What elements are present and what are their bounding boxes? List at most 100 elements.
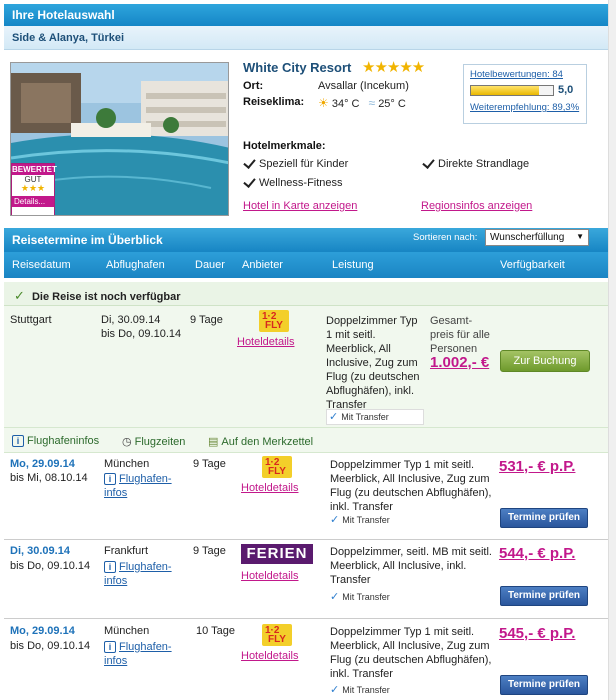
- book-button[interactable]: Zur Buchung: [500, 350, 590, 372]
- availability-notice: ✓ Die Reise ist noch verfügbar: [4, 282, 608, 306]
- rating-bar: [470, 85, 554, 96]
- recommendation-link[interactable]: Weiterempfehlung: 89,3%: [470, 102, 580, 113]
- offer-date-from: Di, 30.09.14: [10, 545, 70, 557]
- scrollbar[interactable]: [608, 0, 616, 700]
- hotel-photo[interactable]: BEWERTET GUT ★★★ Details...: [10, 62, 229, 216]
- transfer-badge: ✓ Mit Transfer: [330, 683, 390, 696]
- info-icon: i: [104, 473, 116, 485]
- column-service: Leistung: [332, 259, 374, 271]
- location-label: Ort:: [243, 80, 264, 92]
- airport-info-label: Flughafeninfos: [27, 435, 100, 447]
- water-icon: ≈: [368, 96, 376, 110]
- rating-box: Hotelbewertungen: 84 5,0 Weiterempfehlun…: [463, 64, 587, 124]
- offer-duration: 10 Tage: [196, 625, 235, 637]
- climate-label: Reiseklima:: [243, 96, 305, 108]
- chevron-down-icon: ▼: [576, 232, 584, 241]
- reviews-link[interactable]: Hotelbewertungen: 84: [470, 69, 580, 80]
- offer-duration: 9 Tage: [193, 545, 226, 557]
- sort-value: Wunscherfüllung: [490, 232, 565, 243]
- transfer-label: Mit Transfer: [342, 685, 390, 695]
- transfer-badge: ✓ Mit Transfer: [330, 513, 390, 526]
- offer-airport: München: [104, 458, 150, 470]
- offer-hoteldetails-link[interactable]: Hoteldetails: [241, 570, 298, 582]
- sort-select[interactable]: Wunscherfüllung ▼: [485, 229, 589, 246]
- column-header-bar: Reisedatum Abflughafen Dauer Anbieter Le…: [4, 252, 608, 278]
- water-temperature: 25° C: [378, 98, 406, 110]
- selected-duration: 9 Tage: [190, 314, 223, 326]
- offer-price[interactable]: 545,- € p.P.: [499, 625, 575, 642]
- offer-airport: München: [104, 625, 150, 637]
- offer-price[interactable]: 544,- € p.P.: [499, 545, 575, 562]
- info-icon: i: [12, 435, 24, 447]
- rating-badge[interactable]: BEWERTET GUT ★★★ Details...: [11, 163, 57, 215]
- sun-icon: ☀: [318, 96, 329, 110]
- transfer-label: Mit Transfer: [341, 412, 389, 422]
- offer-airport-info-link[interactable]: i Flughafen-infos: [104, 640, 184, 668]
- column-date: Reisedatum: [12, 259, 71, 271]
- memo-label: Auf den Merkzettel: [221, 436, 314, 448]
- offer-date-to: bis Mi, 08.10.14: [10, 472, 88, 484]
- check-dates-button[interactable]: Termine prüfen: [500, 675, 588, 695]
- clock-icon: ◷: [122, 436, 132, 448]
- hotel-name[interactable]: White City Resort: [243, 60, 351, 75]
- offer-date-from: Mo, 29.09.14: [10, 625, 75, 637]
- column-availability: Verfügbarkeit: [500, 259, 565, 271]
- feature-label: Wellness-Fitness: [259, 177, 343, 189]
- badge-stars-icon: ★★★: [20, 183, 46, 193]
- region-title: Side & Alanya, Türkei: [4, 26, 608, 50]
- transfer-icon: ✓: [330, 591, 340, 603]
- badge-details-link[interactable]: Details...: [12, 196, 54, 207]
- provider-logo-12fly: 1·2 FLY: [262, 624, 292, 646]
- map-link[interactable]: Hotel in Karte anzeigen: [243, 200, 357, 212]
- selected-price[interactable]: 1.002,- €: [430, 354, 489, 371]
- offer-service: Doppelzimmer, seitl. MB mit seitl. Meerb…: [330, 546, 492, 586]
- offer-airport: Frankfurt: [104, 545, 149, 557]
- offer-airport-info-link[interactable]: i Flughafen-infos: [104, 472, 184, 500]
- region-info-link[interactable]: Regionsinfos anzeigen: [421, 200, 532, 212]
- offer-date-to: bis Do, 09.10.14: [10, 640, 91, 652]
- info-icon: i: [104, 641, 116, 653]
- checkmark-icon: ✓: [14, 288, 25, 303]
- offer-hoteldetails-link[interactable]: Hoteldetails: [241, 650, 298, 662]
- transfer-badge: ✓ Mit Transfer: [330, 590, 390, 603]
- offer-service: Doppelzimmer Typ 1 mit seitl. Meerblick,…: [330, 626, 492, 680]
- offer-date-from: Mo, 29.09.14: [10, 458, 75, 470]
- location-value: Avsallar (Incekum): [318, 80, 409, 92]
- transfer-icon: ✓: [330, 684, 340, 696]
- selected-date-to: bis Do, 09.10.14: [101, 328, 182, 340]
- rating-bar-fill: [471, 86, 540, 95]
- offer-hoteldetails-link[interactable]: Hoteldetails: [241, 482, 298, 494]
- column-duration: Dauer: [195, 259, 225, 271]
- rating-score: 5,0: [558, 84, 574, 96]
- offer-service: Doppelzimmer Typ 1 mit seitl. Meerblick,…: [330, 459, 492, 513]
- check-dates-button[interactable]: Termine prüfen: [500, 508, 588, 528]
- hotel-offer-page: Ihre Hotelauswahl Side & Alanya, Türkei …: [0, 0, 616, 700]
- offer-airport-info-link[interactable]: i Flughafen-infos: [104, 560, 184, 588]
- checkmark-icon: [422, 157, 434, 169]
- info-icon: i: [104, 561, 116, 573]
- provider-logo-12fly: 1·2 FLY: [259, 310, 289, 332]
- check-dates-button[interactable]: Termine prüfen: [500, 586, 588, 606]
- feature-label: Speziell für Kinder: [259, 158, 349, 170]
- provider-logo-ferien: FERIEN: [241, 544, 313, 564]
- notepad-icon: ▤: [208, 436, 219, 448]
- transfer-icon: ✓: [329, 411, 339, 423]
- offer-duration: 9 Tage: [193, 458, 226, 470]
- selected-date-from: Di, 30.09.14: [101, 314, 161, 326]
- feature-label: Direkte Strandlage: [438, 158, 530, 170]
- feature-item: Direkte Strandlage: [422, 157, 529, 170]
- actions-row: i Flughafeninfos ◷ Flugzeiten ▤ Auf den Mer…: [4, 427, 608, 453]
- transfer-icon: ✓: [330, 514, 340, 526]
- page-title: Ihre Hotelauswahl: [4, 4, 608, 26]
- selected-hoteldetails-link[interactable]: Hoteldetails: [237, 336, 294, 348]
- price-label: Gesamt-preis für alle Personen: [430, 315, 490, 355]
- air-temperature: 34° C: [331, 98, 360, 110]
- memo-action[interactable]: ▤ Auf den Merkzettel: [208, 435, 313, 448]
- provider-logo-12fly: 1·2 FLY: [262, 456, 292, 478]
- rating-score-row: 5,0: [470, 82, 580, 100]
- availability-text: Die Reise ist noch verfügbar: [31, 291, 181, 303]
- flight-times-action[interactable]: ◷ Flugzeiten: [122, 435, 185, 448]
- airport-info-action[interactable]: i Flughafeninfos: [12, 435, 99, 447]
- transfer-label: Mit Transfer: [342, 592, 390, 602]
- offer-price[interactable]: 531,- € p.P.: [499, 458, 575, 475]
